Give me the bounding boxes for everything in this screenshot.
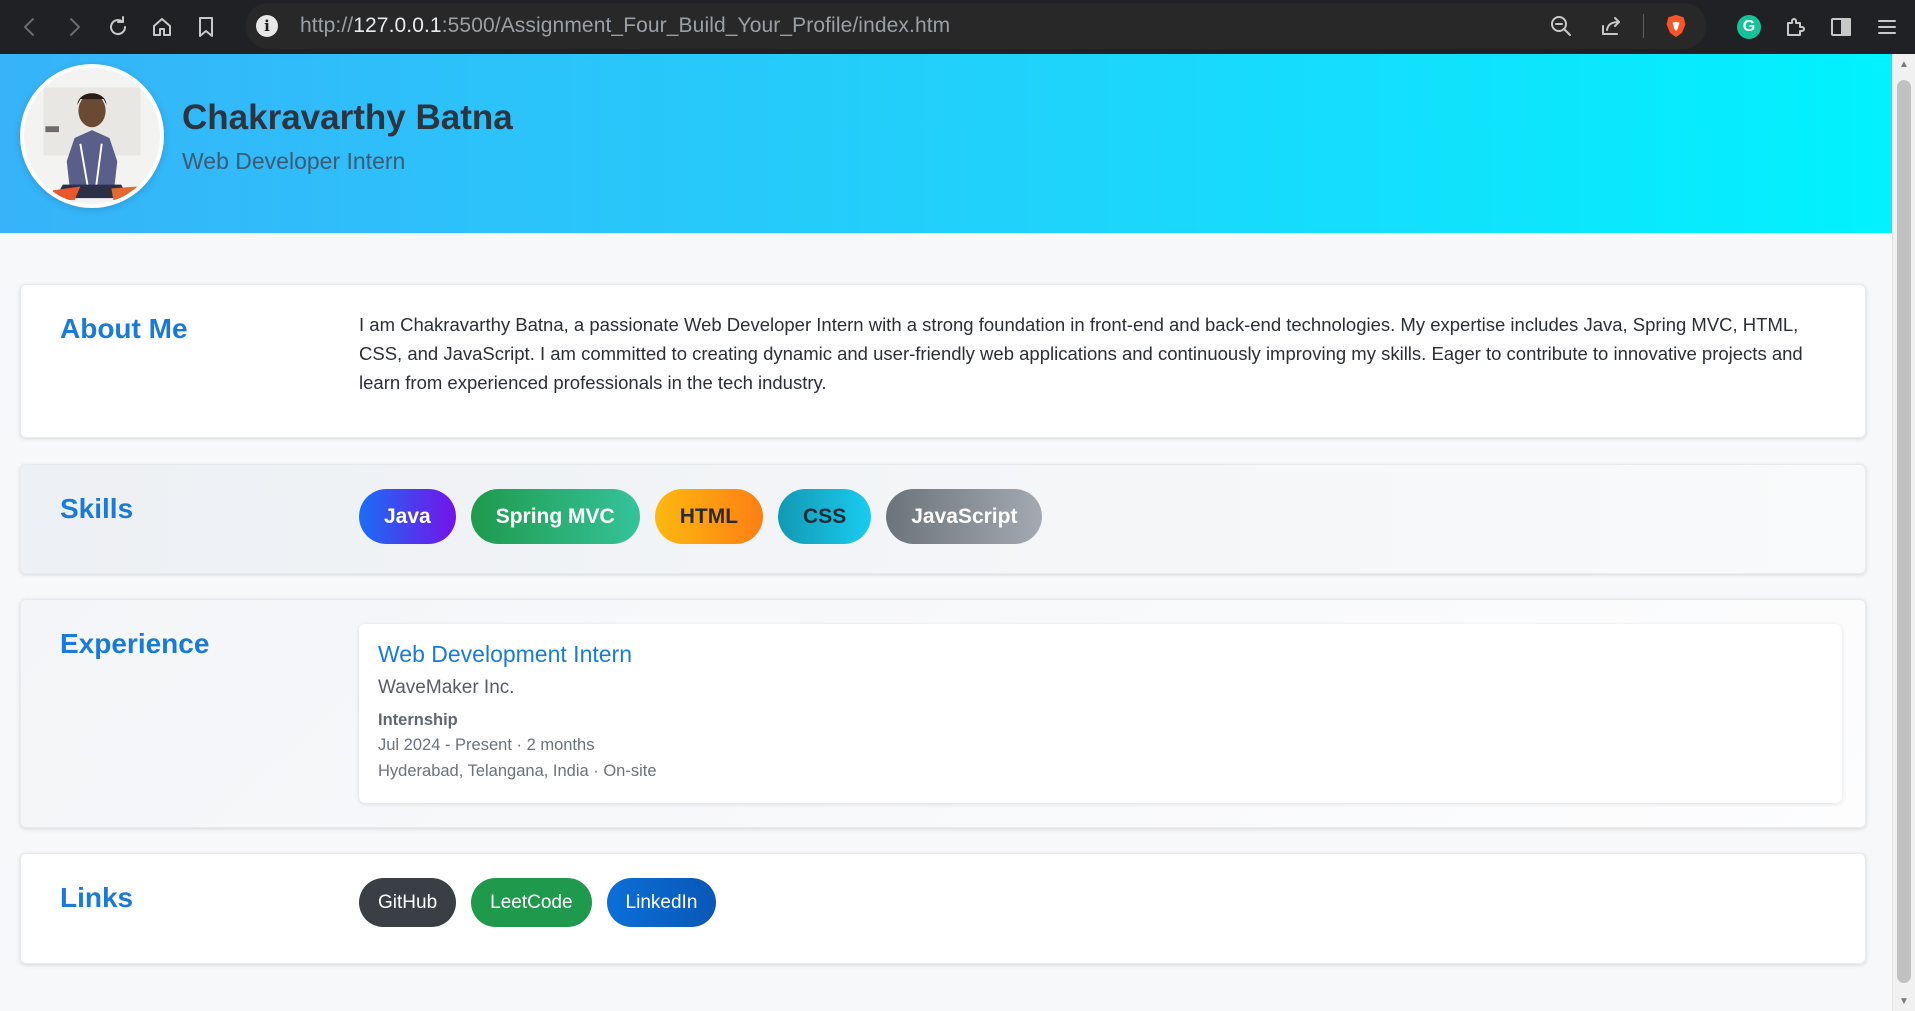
about-heading: About Me <box>60 313 188 344</box>
links-card: Links GitHub LeetCode LinkedIn <box>20 853 1866 964</box>
back-icon[interactable] <box>8 5 52 49</box>
scrollbar-thumb[interactable] <box>1897 80 1911 983</box>
url-text[interactable]: http://127.0.0.1:5500/Assignment_Four_Bu… <box>300 14 950 38</box>
zoom-out-icon[interactable] <box>1543 8 1579 44</box>
scroll-up-icon[interactable]: ▲ <box>1893 54 1915 74</box>
skill-pill: HTML <box>654 489 764 544</box>
bookmark-icon[interactable] <box>184 5 228 49</box>
skill-pill: Java <box>359 489 456 544</box>
experience-type: Internship <box>378 711 458 729</box>
skill-pill: Spring MVC <box>470 489 640 544</box>
avatar <box>20 64 164 208</box>
sidebar-icon[interactable] <box>1821 7 1861 47</box>
address-bar[interactable]: i http://127.0.0.1:5500/Assignment_Four_… <box>246 3 1706 49</box>
vertical-scrollbar[interactable]: ▲ ▼ <box>1892 54 1915 1011</box>
experience-card: Experience Web Development Intern WaveMa… <box>20 599 1866 828</box>
profile-title: Web Developer Intern <box>182 148 406 174</box>
about-text: I am Chakravarthy Batna, a passionate We… <box>359 314 1803 393</box>
experience-heading: Experience <box>60 628 210 659</box>
experience-location: Hyderabad, Telangana, India · On-site <box>378 762 657 780</box>
menu-icon[interactable] <box>1867 7 1907 47</box>
leetcode-link[interactable]: LeetCode <box>471 878 592 927</box>
skill-pill: JavaScript <box>886 489 1043 544</box>
github-link[interactable]: GitHub <box>359 878 457 927</box>
home-icon[interactable] <box>140 5 184 49</box>
site-info-icon[interactable]: i <box>256 15 278 37</box>
extensions-area: G <box>1729 0 1915 54</box>
skills-list: Java Spring MVC HTML CSS JavaScript <box>359 489 1043 544</box>
profile-name: Chakravarthy Batna <box>182 98 513 137</box>
profile-header: Chakravarthy Batna Web Developer Intern <box>0 54 1892 233</box>
scroll-down-icon[interactable]: ▼ <box>1893 991 1915 1011</box>
reload-icon[interactable] <box>96 5 140 49</box>
profile-photo <box>24 68 160 204</box>
page-viewport: Chakravarthy Batna Web Developer Intern … <box>0 54 1892 1011</box>
brave-shield-icon[interactable] <box>1658 8 1694 44</box>
about-card: About Me I am Chakravarthy Batna, a pass… <box>20 284 1866 438</box>
forward-icon[interactable] <box>52 5 96 49</box>
links-heading: Links <box>60 882 134 913</box>
links-list: GitHub LeetCode LinkedIn <box>359 878 717 927</box>
share-icon[interactable] <box>1593 8 1629 44</box>
experience-role: Web Development Intern <box>378 641 632 667</box>
browser-toolbar: i http://127.0.0.1:5500/Assignment_Four_… <box>0 0 1915 54</box>
experience-dates: Jul 2024 - Present · 2 months <box>378 736 595 754</box>
experience-item: Web Development Intern WaveMaker Inc. In… <box>359 624 1842 803</box>
skills-card: Skills Java Spring MVC HTML CSS JavaScri… <box>20 464 1866 574</box>
experience-company: WaveMaker Inc. <box>378 677 515 698</box>
divider <box>1643 14 1644 38</box>
skill-pill: CSS <box>778 489 872 544</box>
extensions-icon[interactable] <box>1775 7 1815 47</box>
grammarly-icon[interactable]: G <box>1729 7 1769 47</box>
linkedin-link[interactable]: LinkedIn <box>606 878 717 927</box>
skills-heading: Skills <box>60 493 134 524</box>
